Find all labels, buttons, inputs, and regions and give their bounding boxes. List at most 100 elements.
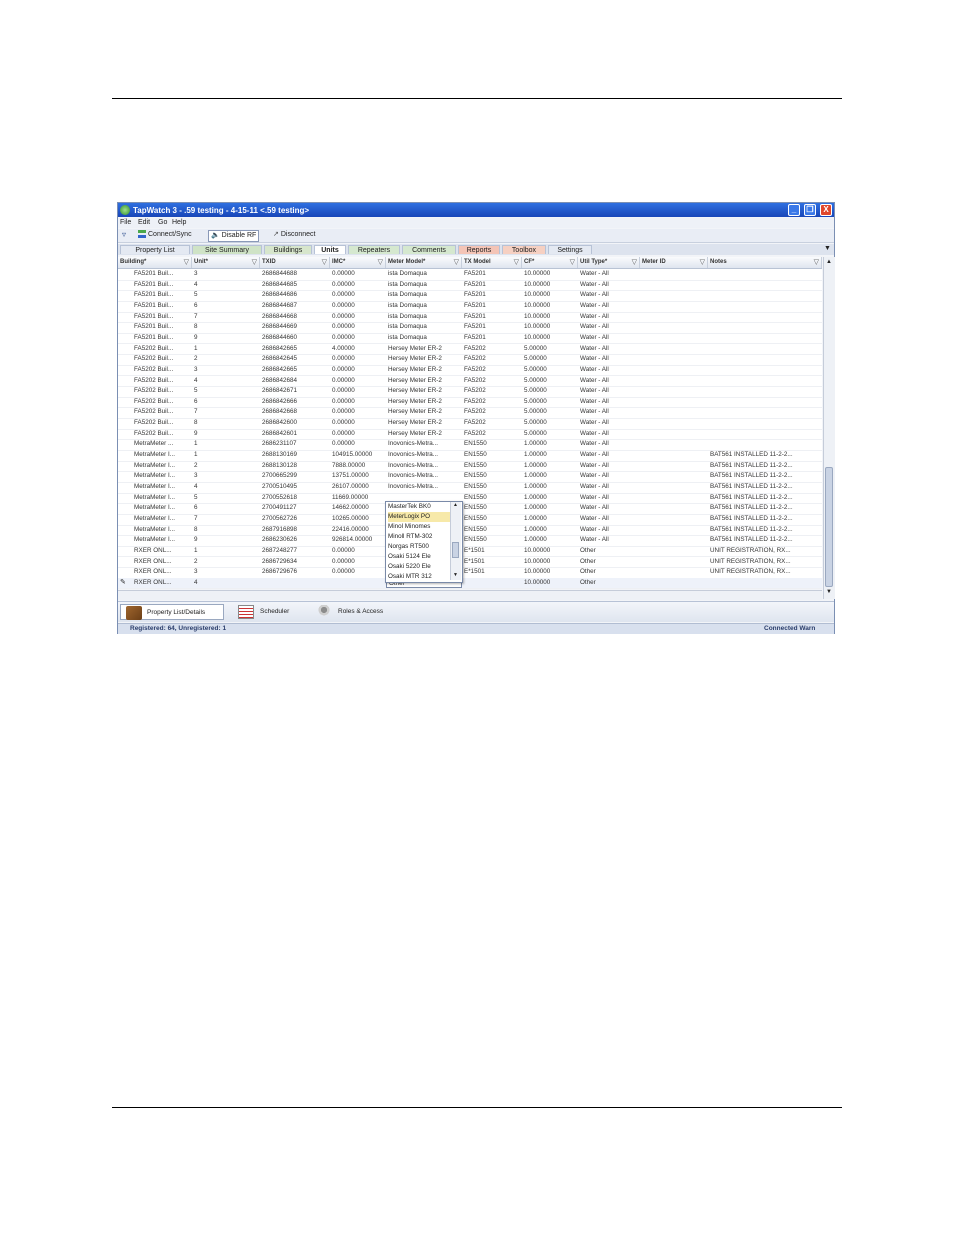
dropdown-option[interactable]: Osaki 5124 Ele [388,552,450,562]
table-row[interactable]: RXER ONL... 4 Other 10.00000 Other ✎ [118,577,822,589]
dropdown-scroll-thumb[interactable] [452,542,459,558]
tab-buildings[interactable]: Buildings [264,245,312,254]
cell-meter-model: Inovonics-Metra... [388,483,439,490]
cell-imc: 0.00000 [332,312,355,320]
grid-scroll-thumb[interactable] [825,467,833,587]
cell-imc: 26107.00000 [332,483,369,490]
grid-vertical-scrollbar[interactable]: ▲ ▼ [823,257,835,599]
filter-icon[interactable]: ▽ [814,257,819,268]
col-meter-id[interactable]: Meter ID ▽ [640,257,708,268]
cell-meter-model: ista Domaqua [388,333,427,341]
cell-unit: 6 [194,301,198,309]
filter-icon[interactable]: ▽ [514,257,519,268]
cell-imc: 11669.00000 [332,493,369,501]
title-bar[interactable]: TapWatch 3 - .59 testing - 4-15-11 <.59 … [118,203,834,217]
filter-icon[interactable]: ▽ [570,257,575,268]
scroll-up-icon[interactable]: ▲ [453,502,458,508]
menu-go[interactable]: Go [158,219,167,226]
dropdown-option[interactable]: Norgas RT500 [388,542,450,552]
scroll-up-icon[interactable]: ▲ [826,259,832,265]
scroll-down-icon[interactable]: ▼ [453,572,458,578]
cell-tx-model: EN1550 [464,451,487,459]
maximize-button[interactable]: ❐ [804,204,816,216]
cell-cf: 1.00000 [524,472,547,480]
cell-meter-id [640,407,708,417]
cell-building: MetraMeter I... [134,451,175,459]
cell-meter-id [640,557,708,567]
tab-reports[interactable]: Reports [458,245,500,254]
cell-notes: UNIT REGISTRATION, RX... [710,557,791,565]
filter-icon[interactable]: ▽ [184,257,189,268]
cell-cf: 10.00000 [524,578,551,586]
cell-meter-model: Hersey Meter ER-2 [388,408,442,416]
cell-util-type: Water - All [580,280,609,288]
cell-cf: 10.00000 [524,312,551,320]
cell-imc: 0.00000 [332,301,355,309]
disconnect-button[interactable]: ↗ Disconnect [273,230,315,240]
tab-property-list[interactable]: Property List [120,245,190,254]
col-imc[interactable]: IMC* ▽ [330,257,386,268]
cell-util-type: Water - All [580,451,609,459]
cell-notes [708,376,822,386]
minimize-button[interactable]: _ [788,204,800,216]
nav-property-list-details[interactable]: Property List/Details [120,604,224,620]
col-cf[interactable]: CF* ▽ [522,257,578,268]
cell-util-type: Water - All [580,355,609,363]
dropdown-option[interactable]: MasterTek BK0 [388,502,450,512]
col-util-type[interactable]: Util Type* ▽ [578,257,640,268]
tab-settings[interactable]: Settings [548,245,592,254]
nav-label: Roles & Access [338,608,384,615]
dropdown-option[interactable]: Osaki MTR 312 [388,572,450,582]
cell-notes [708,386,822,396]
tab-comments[interactable]: Comments [402,245,456,254]
grid-horizontal-scrollbar[interactable] [118,590,822,600]
col-tx-model[interactable]: TX Model ▽ [462,257,522,268]
menu-file[interactable]: File [120,219,131,226]
close-button[interactable]: X [820,204,832,216]
cell-util-type: Water - All [580,472,609,480]
filter-icon[interactable]: ▽ [252,257,257,268]
cell-meter-id [640,471,708,481]
tab-overflow-icon[interactable]: ▼ [824,245,831,252]
tab-toolbox[interactable]: Toolbox [502,245,546,254]
nav-roles-access[interactable]: Roles & Access [314,604,404,620]
cell-imc: 0.00000 [332,376,355,384]
col-notes[interactable]: Notes ▽ [708,257,822,268]
col-txid[interactable]: TXID ▽ [260,257,330,268]
col-meter-model[interactable]: Meter Model* ▽ [386,257,462,268]
menu-edit[interactable]: Edit [138,219,150,226]
cell-util-type: Water - All [580,429,609,437]
dropdown-option[interactable]: Minoll RTM-302 [388,532,450,542]
meter-model-dropdown[interactable]: MasterTek BK0 MeterLogix PO Minol Minome… [385,501,463,583]
scroll-down-icon[interactable]: ▼ [826,589,832,595]
disable-rf-button[interactable]: 🔈 Disable RF [208,230,260,242]
filter-icon[interactable]: ▽ [322,257,327,268]
cell-txid: 2686844687 [262,301,298,309]
dropdown-option-selected[interactable]: MeterLogix PO [388,512,450,522]
tab-site-summary[interactable]: Site Summary [192,245,262,254]
filter-icon[interactable]: ▽ [632,257,637,268]
cell-txid: 2686729676 [262,568,298,576]
tab-repeaters[interactable]: Repeaters [348,245,400,254]
nav-scheduler[interactable]: Scheduler [236,604,306,620]
cell-tx-model: FA5201 [464,270,486,277]
cell-imc: 0.00000 [332,440,355,448]
cell-notes: UNIT REGISTRATION, RX... [710,568,791,576]
cell-building: MetraMeter I... [134,536,175,544]
filter-icon[interactable]: ▽ [700,257,705,268]
cell-building: FA5202 Buil... [134,419,174,427]
connect-sync-button[interactable]: Connect/Sync [138,230,192,240]
cell-unit: 7 [194,408,198,416]
menu-help[interactable]: Help [172,219,186,226]
filter-icon[interactable]: ▽ [378,257,383,268]
col-unit[interactable]: Unit* ▽ [192,257,260,268]
dropdown-option[interactable]: Osaki 5220 Ele [388,562,450,572]
cell-unit: 6 [194,504,198,512]
filter-icon[interactable]: ▽ [454,257,459,268]
col-building[interactable]: Building* ▽ [118,257,192,268]
dropdown-option[interactable]: Minol Minomes [388,522,450,532]
tab-units[interactable]: Units [314,245,346,254]
filter-icon[interactable]: ▿ [122,230,126,240]
cell-meter-model: Hersey Meter ER-2 [388,365,442,373]
dropdown-scrollbar[interactable]: ▲ ▼ [450,502,461,580]
